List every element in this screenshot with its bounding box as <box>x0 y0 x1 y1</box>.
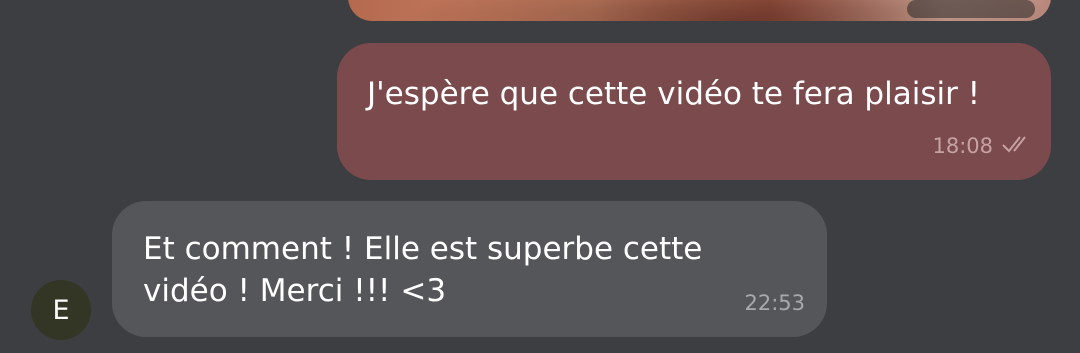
outgoing-message-time: 18:08 <box>932 134 993 158</box>
video-message-thumbnail[interactable] <box>348 0 1051 21</box>
incoming-message-bubble[interactable]: Et comment ! Elle est superbe cette vidé… <box>112 201 827 337</box>
avatar-initial: E <box>52 294 70 326</box>
outgoing-message-text: J'espère que cette vidéo te fera plaisir… <box>367 76 981 112</box>
incoming-message-time: 22:53 <box>744 291 805 315</box>
incoming-message-text: Et comment ! Elle est superbe cette vidé… <box>143 231 703 309</box>
outgoing-message-bubble[interactable]: J'espère que cette vidéo te fera plaisir… <box>337 43 1051 180</box>
double-check-icon <box>1001 134 1035 158</box>
avatar[interactable]: E <box>31 280 91 340</box>
chat-view: J'espère que cette vidéo te fera plaisir… <box>0 0 1080 353</box>
incoming-message-meta: 22:53 <box>744 291 805 315</box>
video-duration-badge <box>907 0 1035 18</box>
outgoing-message-meta: 18:08 <box>932 134 1035 158</box>
